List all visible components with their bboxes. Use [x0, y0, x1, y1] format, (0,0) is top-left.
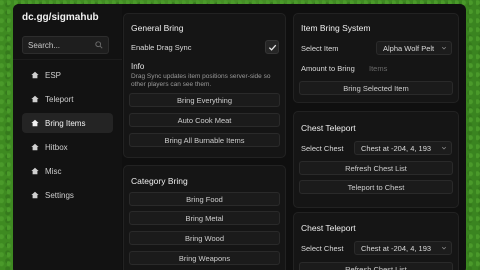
sidebar-item-label: Settings	[45, 190, 74, 200]
drag-sync-checkbox[interactable]	[265, 40, 279, 54]
select-item-label: Select Item	[301, 44, 339, 53]
chest-teleport-panel-2: Chest Teleport Select Chest Chest at -20…	[293, 212, 459, 270]
panel-title: Chest Teleport	[301, 223, 356, 233]
panel-title: Item Bring System	[301, 23, 371, 33]
sidebar-item-hitbox[interactable]: Hitbox	[22, 137, 113, 157]
sidebar: dc.gg/sigmahub ESP Teleport Bring Items	[13, 4, 122, 270]
refresh-chest-list-button[interactable]: Refresh Chest List	[299, 262, 453, 270]
drag-sync-label: Enable Drag Sync	[131, 43, 192, 52]
sidebar-item-label: Bring Items	[45, 118, 86, 128]
panel-title: Chest Teleport	[301, 123, 356, 133]
home-icon	[31, 95, 39, 103]
sidebar-item-label: Misc	[45, 166, 62, 176]
teleport-to-chest-button[interactable]: Teleport to Chest	[299, 180, 453, 194]
info-text: Drag Sync updates item positions server-…	[131, 73, 271, 88]
bring-everything-button[interactable]: Bring Everything	[129, 93, 280, 107]
chevron-down-icon	[441, 46, 447, 50]
sidebar-item-label: Hitbox	[45, 142, 68, 152]
home-icon	[31, 191, 39, 199]
home-icon	[31, 143, 39, 151]
select-chest-dropdown[interactable]: Chest at -204, 4, 193	[354, 141, 452, 155]
auto-cook-meat-button[interactable]: Auto Cook Meat	[129, 113, 280, 127]
select-item-dropdown[interactable]: Alpha Wolf Pelt	[376, 41, 452, 55]
chest-teleport-panel: Chest Teleport Select Chest Chest at -20…	[293, 111, 459, 208]
chevron-down-icon	[441, 146, 447, 150]
check-icon	[268, 44, 276, 51]
search-box[interactable]	[22, 36, 109, 54]
home-icon	[31, 167, 39, 175]
bring-wood-button[interactable]: Bring Wood	[129, 231, 280, 245]
info-title: Info	[131, 62, 145, 71]
amount-placeholder: Items	[369, 63, 388, 73]
main-window: dc.gg/sigmahub ESP Teleport Bring Items	[13, 4, 466, 270]
amount-input[interactable]: Items	[362, 61, 452, 75]
select-chest-label: Select Chest	[301, 144, 344, 153]
bring-selected-item-button[interactable]: Bring Selected Item	[299, 81, 453, 95]
sidebar-item-label: Teleport	[45, 94, 74, 104]
select-item-value: Alpha Wolf Pelt	[383, 43, 435, 53]
refresh-chest-list-button[interactable]: Refresh Chest List	[299, 161, 453, 175]
brand-title: dc.gg/sigmahub	[22, 12, 99, 23]
bring-metal-button[interactable]: Bring Metal	[129, 211, 280, 225]
item-bring-panel: Item Bring System Select Item Alpha Wolf…	[293, 13, 459, 103]
general-bring-panel: General Bring Enable Drag Sync Info Drag…	[123, 13, 286, 158]
select-chest-value: Chest at -204, 4, 193	[361, 243, 432, 253]
sidebar-divider	[13, 59, 122, 60]
panel-title: Category Bring	[131, 176, 188, 186]
bring-burnable-button[interactable]: Bring All Burnable Items	[129, 133, 280, 147]
search-input[interactable]	[28, 40, 92, 50]
sidebar-item-label: ESP	[45, 70, 62, 80]
search-icon	[95, 41, 103, 49]
home-icon	[31, 119, 39, 127]
bring-weapons-button[interactable]: Bring Weapons	[129, 251, 280, 265]
select-chest-dropdown[interactable]: Chest at -204, 4, 193	[354, 241, 452, 255]
select-chest-value: Chest at -204, 4, 193	[361, 143, 432, 153]
sidebar-item-misc[interactable]: Misc	[22, 161, 113, 181]
select-chest-label: Select Chest	[301, 244, 344, 253]
bring-food-button[interactable]: Bring Food	[129, 192, 280, 206]
panel-title: General Bring	[131, 23, 184, 33]
sidebar-item-bring-items[interactable]: Bring Items	[22, 113, 113, 133]
home-icon	[31, 71, 39, 79]
sidebar-item-teleport[interactable]: Teleport	[22, 89, 113, 109]
sidebar-nav: ESP Teleport Bring Items Hitbox Misc Set…	[22, 65, 113, 209]
sidebar-item-esp[interactable]: ESP	[22, 65, 113, 85]
chevron-down-icon	[441, 246, 447, 250]
category-bring-panel: Category Bring Bring Food Bring Metal Br…	[123, 165, 286, 270]
amount-label: Amount to Bring	[301, 64, 355, 73]
sidebar-item-settings[interactable]: Settings	[22, 185, 113, 205]
